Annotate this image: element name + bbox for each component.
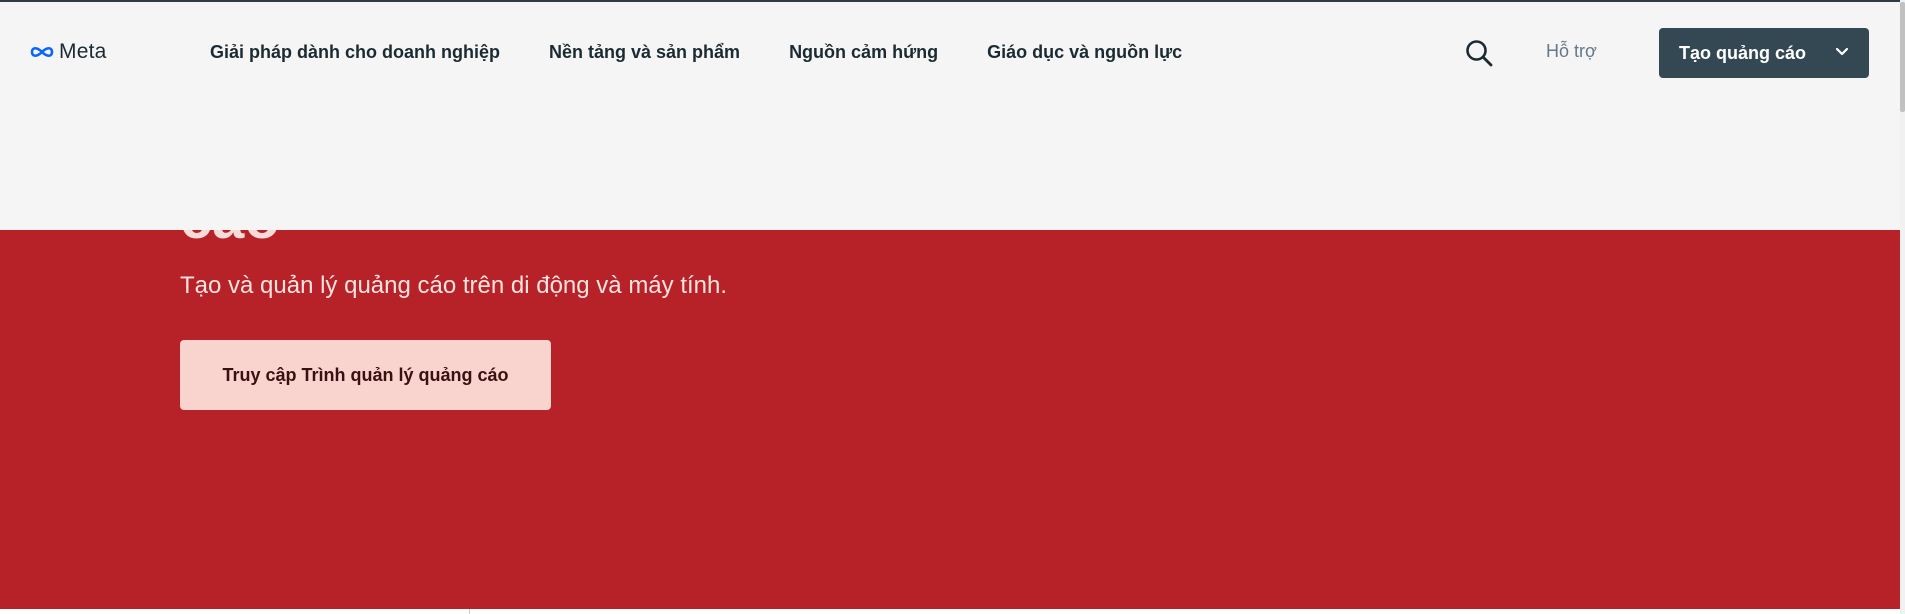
below-hero-strip [0,609,1900,614]
nav-item-inspiration[interactable]: Nguồn cảm hứng [789,42,938,63]
divider [469,609,470,614]
logo-text: Meta [59,40,107,63]
hero-section: cáo Tạo và quản lý quảng cáo trên di độn… [0,230,1900,609]
create-ad-label: Tạo quảng cáo [1679,42,1807,63]
search-button[interactable] [1464,38,1494,68]
page: Meta Giải pháp dành cho doanh nghiệp Nền… [0,0,1905,614]
nav-item-platforms-products[interactable]: Nền tảng và sản phẩm [549,42,740,63]
nav-item-education-resources[interactable]: Giáo dục và nguồn lực [987,42,1182,63]
ads-manager-button[interactable]: Truy cập Trình quản lý quảng cáo [180,340,551,410]
create-ad-button[interactable]: Tạo quảng cáo [1659,28,1869,78]
search-icon [1466,40,1493,67]
site-header: Meta Giải pháp dành cho doanh nghiệp Nền… [0,0,1900,230]
hero-heading: cáo [180,230,280,248]
main-nav: Giải pháp dành cho doanh nghiệp Nền tảng… [210,40,1182,64]
nav-item-business-solutions[interactable]: Giải pháp dành cho doanh nghiệp [210,42,500,63]
support-link[interactable]: Hỗ trợ [1546,41,1597,62]
scrollbar-thumb[interactable] [1900,2,1905,112]
hero-subtitle: Tạo và quản lý quảng cáo trên di động và… [180,272,728,299]
ads-manager-button-label: Truy cập Trình quản lý quảng cáo [222,364,509,385]
page-scrollbar[interactable] [1900,0,1905,614]
chevron-down-icon [1835,47,1849,56]
meta-infinity-icon [30,46,54,58]
meta-logo[interactable]: Meta [29,40,107,64]
